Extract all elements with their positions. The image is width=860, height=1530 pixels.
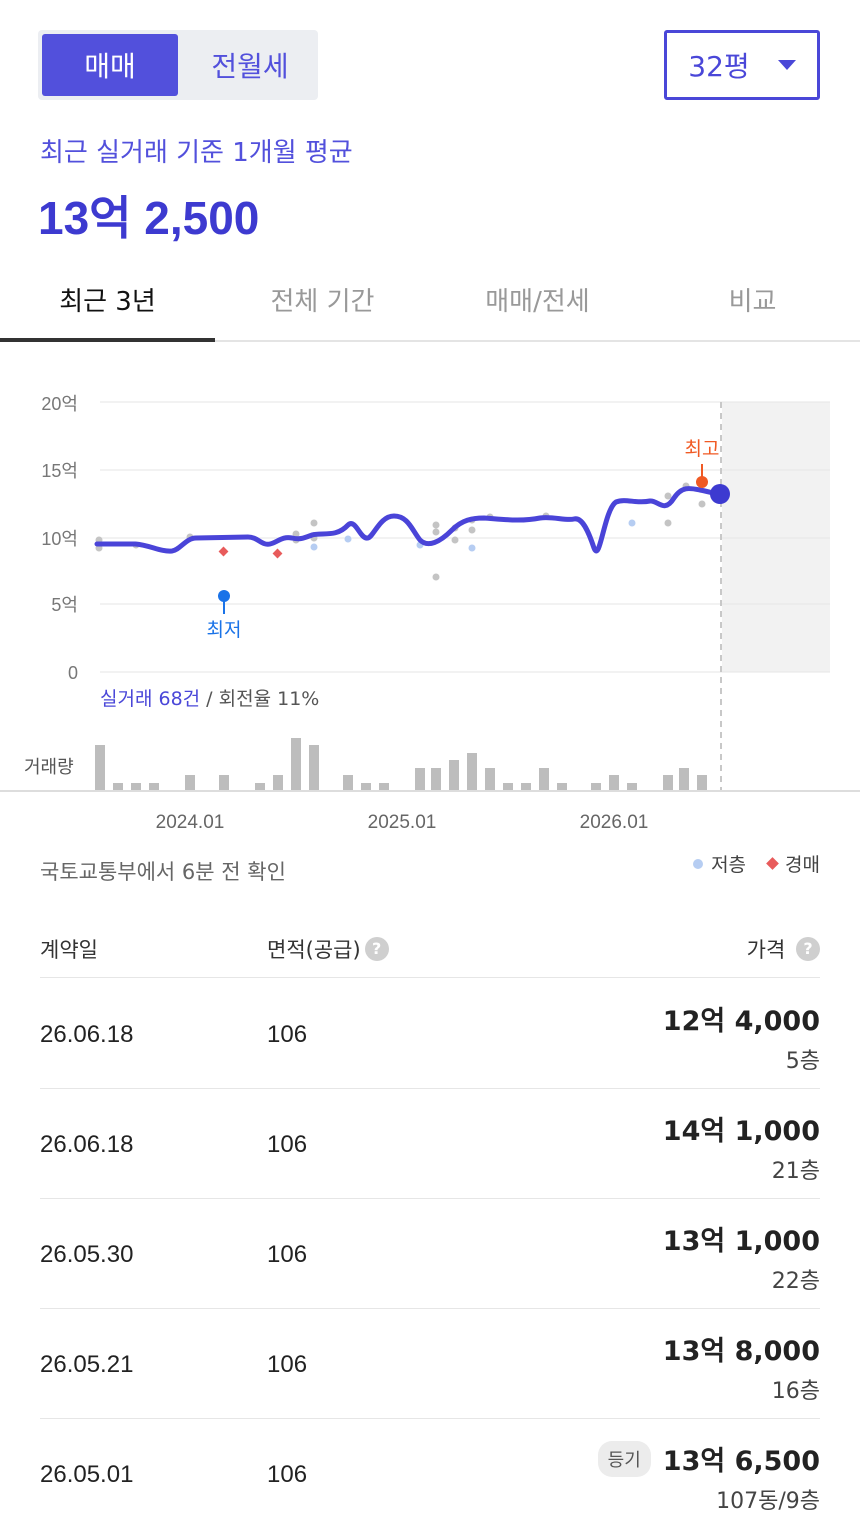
- size-select-label: 32평: [688, 50, 750, 83]
- volume-label: 거래량: [24, 757, 74, 778]
- contract-date: 26.06.18: [40, 1021, 134, 1048]
- floor-value: 22층: [771, 1269, 820, 1294]
- tab-all-period[interactable]: 전체 기간: [215, 258, 430, 340]
- table-row[interactable]: 26.05.21 106 13억 8,000 16층: [40, 1309, 820, 1419]
- area-value: 106: [267, 1461, 308, 1488]
- header-price: 가격 ?: [747, 934, 820, 964]
- contract-date: 26.05.21: [40, 1351, 134, 1378]
- x-tick-label: 2024.01: [156, 812, 225, 833]
- header-area: 면적(공급)?: [267, 934, 389, 964]
- legend-auction: 경매: [785, 854, 820, 876]
- price-chart[interactable]: 20억 15억 10억 5억 0 최고 최저 실거래 68건 / 회전율 11%…: [0, 380, 860, 840]
- area-value: 106: [267, 1131, 308, 1158]
- floor-value: 21층: [771, 1159, 820, 1184]
- trade-summary: 실거래 68건 / 회전율 11%: [100, 688, 319, 710]
- current-point-marker[interactable]: [710, 484, 730, 504]
- price-text: 13억 8,000: [662, 1336, 820, 1367]
- auction-markers: [218, 546, 283, 559]
- trade-type-rent-button[interactable]: 전월세: [182, 34, 318, 96]
- tab-compare[interactable]: 비교: [645, 258, 860, 340]
- header-area-label: 면적(공급): [267, 938, 361, 962]
- y-tick-label: 10억: [41, 529, 78, 549]
- help-icon[interactable]: ?: [796, 937, 820, 961]
- price-value: 13억 8,000: [663, 1329, 820, 1368]
- volume-bars: [95, 738, 707, 790]
- y-tick-label: 20억: [41, 394, 78, 414]
- data-source-note: 국토교통부에서 6분 전 확인: [40, 860, 286, 884]
- area-value: 106: [267, 1241, 308, 1268]
- future-region: [722, 402, 830, 672]
- average-price-label: 최근 실거래 기준 1개월 평균: [40, 138, 353, 168]
- price-value: 14억 1,000: [663, 1109, 820, 1148]
- size-select[interactable]: 32평: [664, 30, 820, 100]
- low-label: 최저: [207, 619, 242, 641]
- table-row[interactable]: 26.05.30 106 13억 1,000 22층: [40, 1199, 820, 1309]
- price-value: 12억 4,000: [663, 999, 820, 1038]
- contract-date: 26.05.30: [40, 1241, 134, 1268]
- header-price-label: 가격: [746, 938, 786, 962]
- period-tabs: 최근 3년 전체 기간 매매/전세 비교: [0, 258, 860, 342]
- trend-line: [94, 485, 723, 554]
- y-tick-label: 5억: [51, 595, 78, 615]
- area-value: 106: [267, 1021, 308, 1048]
- header-date: 계약일: [40, 934, 98, 964]
- price-text: 14억 1,000: [662, 1116, 820, 1147]
- average-price-value: 13억 2,500: [38, 192, 260, 244]
- price-chart-svg: 20억 15억 10억 5억 0 최고 최저 실거래 68건 / 회전율 11%…: [24, 394, 830, 833]
- trade-type-sale-button[interactable]: 매매: [42, 34, 178, 96]
- header-date-label: 계약일: [40, 938, 98, 962]
- y-tick-label: 0: [68, 663, 78, 683]
- contract-date: 26.06.18: [40, 1131, 134, 1158]
- caret-down-icon: [777, 60, 796, 70]
- transactions-table-header: 계약일 면적(공급)? 가격 ?: [40, 916, 820, 978]
- trade-type-toggle: 매매 전월세: [38, 30, 318, 100]
- active-tab-indicator: [0, 338, 215, 342]
- registered-badge: 등기: [597, 1440, 651, 1477]
- turnover-rate: / 회전율 11%: [200, 688, 319, 710]
- table-row[interactable]: 26.06.18 106 12억 4,000 5층: [40, 979, 820, 1089]
- chart-legend: 저층 경매: [693, 850, 820, 877]
- price-text: 13억 1,000: [662, 1226, 820, 1257]
- y-tick-label: 15억: [41, 461, 78, 481]
- legend-low-floor: 저층: [711, 854, 747, 876]
- transactions-table: 26.06.18 106 12억 4,000 5층 26.06.18 106 1…: [40, 979, 820, 1529]
- price-value: 13억 1,000: [663, 1219, 820, 1258]
- price-text: 12억 4,000: [662, 1006, 820, 1037]
- x-tick-label: 2025.01: [368, 812, 437, 833]
- table-row[interactable]: 26.06.18 106 14억 1,000 21층: [40, 1089, 820, 1199]
- high-marker: [696, 476, 708, 488]
- contract-date: 26.05.01: [40, 1461, 134, 1488]
- x-tick-label: 2026.01: [580, 812, 649, 833]
- auction-legend-icon: [766, 857, 779, 870]
- trade-count: 실거래 68건: [100, 688, 200, 710]
- low-floor-legend-icon: [693, 858, 704, 869]
- floor-value: 5층: [785, 1049, 820, 1074]
- tab-recent-3y[interactable]: 최근 3년: [0, 258, 215, 340]
- trade-dots: [95, 482, 706, 581]
- floor-value: 16층: [771, 1379, 820, 1404]
- price-text: 13억 6,500: [662, 1446, 820, 1477]
- help-icon[interactable]: ?: [364, 937, 389, 961]
- tab-sale-jeonse[interactable]: 매매/전세: [430, 258, 645, 340]
- table-row[interactable]: 26.05.01 106 등기 13억 6,500 107동/9층: [40, 1419, 820, 1529]
- price-value: 등기 13억 6,500: [597, 1439, 820, 1478]
- high-label: 최고: [685, 438, 720, 460]
- chart-baseline: [0, 790, 860, 792]
- area-value: 106: [267, 1351, 308, 1378]
- floor-value: 107동/9층: [716, 1489, 820, 1514]
